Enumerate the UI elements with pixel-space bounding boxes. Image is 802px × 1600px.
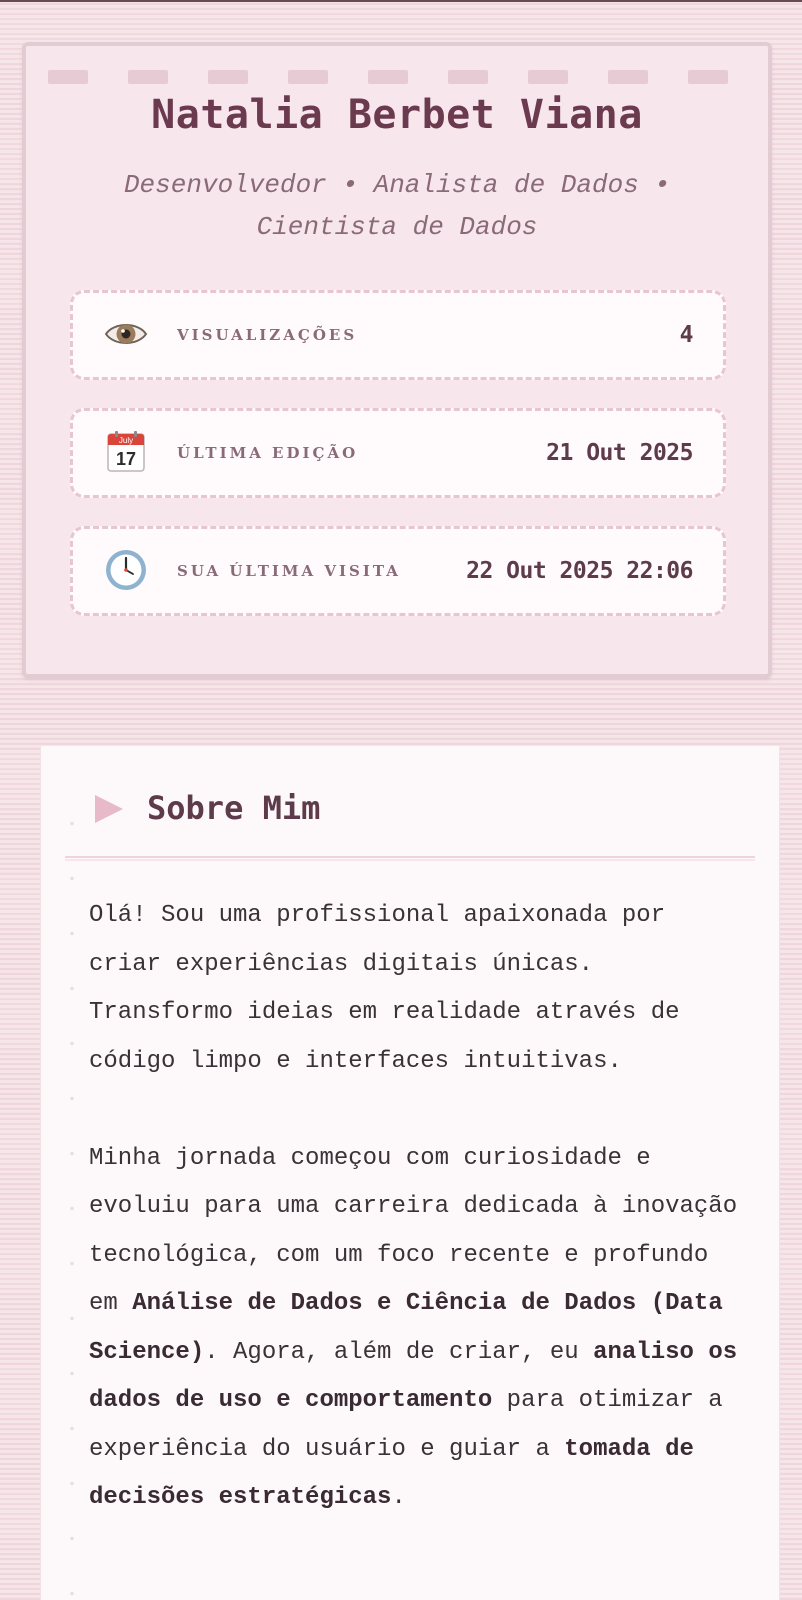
profile-subtitle: Desenvolvedor • Analista de Dados • Cien… [123, 170, 671, 242]
margin-dots [69, 796, 75, 1600]
tape-strip [128, 70, 168, 84]
tape-strip [288, 70, 328, 84]
tape-strip [448, 70, 488, 84]
tape-strip [528, 70, 568, 84]
tape-strip [368, 70, 408, 84]
tape-decoration [48, 70, 736, 84]
about-card: Sobre Mim Olá! Sou uma profissional apai… [40, 746, 780, 1600]
stat-value: 21 Out 2025 [546, 440, 693, 466]
about-divider [65, 856, 755, 858]
tape-strip [48, 70, 88, 84]
stat-label: SUA ÚLTIMA VISITA [177, 562, 401, 580]
tape-strip [688, 70, 728, 84]
stat-last-visit: SUA ÚLTIMA VISITA 22 Out 2025 22:06 [70, 526, 726, 616]
stat-last-edit: July 17 ÚLTIMA EDIÇÃO 21 Out 2025 [70, 408, 726, 498]
calendar-day: 17 [116, 449, 136, 469]
tape-strip [208, 70, 248, 84]
tape-strip [608, 70, 648, 84]
stat-label: ÚLTIMA EDIÇÃO [177, 444, 359, 462]
top-border [0, 0, 802, 2]
profile-name: Natalia Berbet Viana [151, 92, 643, 138]
about-text: Olá! Sou uma profissional apaixonada por… [89, 892, 749, 1523]
stat-label: VISUALIZAÇÕES [177, 326, 358, 344]
about-title: Sobre Mim [147, 789, 321, 827]
calendar-month: July [119, 436, 133, 445]
clock-icon [106, 550, 146, 590]
about-text-segment: . Agora, além de criar, eu [204, 1338, 594, 1366]
stat-value: 22 Out 2025 22:06 [466, 558, 693, 584]
calendar-icon: July 17 [107, 431, 145, 472]
play-arrow-icon [95, 795, 123, 823]
eye-icon [104, 324, 148, 344]
about-text-segment: . [391, 1484, 406, 1511]
stat-value: 4 [679, 322, 694, 348]
about-paragraph-1: Olá! Sou uma profissional apaixonada por… [89, 902, 680, 1075]
stat-views: VISUALIZAÇÕES 4 [70, 290, 726, 380]
profile-card: Natalia Berbet Viana Desenvolvedor • Ana… [22, 42, 772, 678]
